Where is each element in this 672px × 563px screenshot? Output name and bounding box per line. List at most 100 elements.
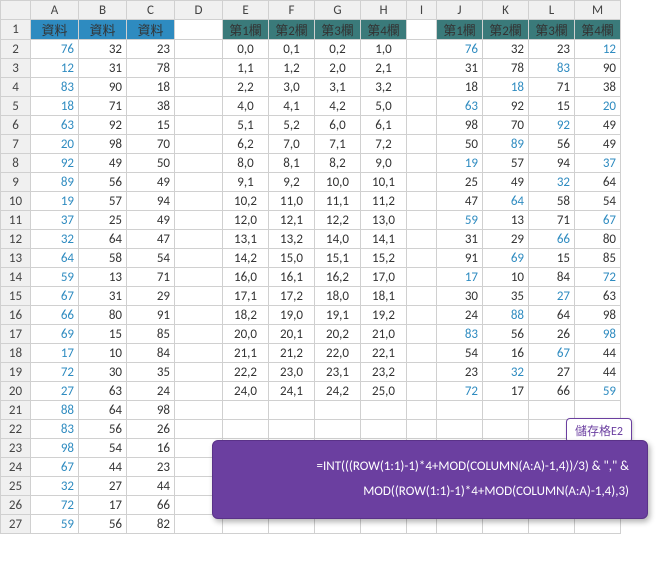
- cell-M3[interactable]: 90: [575, 59, 621, 78]
- cell-B18[interactable]: 10: [79, 344, 127, 363]
- cell-K11[interactable]: 13: [483, 211, 529, 230]
- cell-K22[interactable]: [483, 420, 529, 439]
- cell-C3[interactable]: 78: [127, 59, 175, 78]
- cell-A20[interactable]: 27: [31, 382, 79, 401]
- cell-E21[interactable]: [223, 401, 269, 420]
- cell-L8[interactable]: 94: [529, 154, 575, 173]
- cell-E22[interactable]: [223, 420, 269, 439]
- cell-L16[interactable]: 64: [529, 306, 575, 325]
- cell-A27[interactable]: 59: [31, 515, 79, 534]
- cell-F20[interactable]: 24,1: [269, 382, 315, 401]
- cell-D19[interactable]: [175, 363, 223, 382]
- cell-K4[interactable]: 18: [483, 78, 529, 97]
- cell-F16[interactable]: 19,0: [269, 306, 315, 325]
- cell-D18[interactable]: [175, 344, 223, 363]
- cell-J5[interactable]: 63: [437, 97, 483, 116]
- cell-K6[interactable]: 70: [483, 116, 529, 135]
- cell-M17[interactable]: 98: [575, 325, 621, 344]
- row-header[interactable]: 13: [1, 249, 31, 268]
- cell-J21[interactable]: [437, 401, 483, 420]
- cell-B5[interactable]: 71: [79, 97, 127, 116]
- cell-G17[interactable]: 20,2: [315, 325, 361, 344]
- cell-K15[interactable]: 35: [483, 287, 529, 306]
- col-header-G[interactable]: G: [315, 1, 361, 20]
- cell-K8[interactable]: 57: [483, 154, 529, 173]
- cell-D14[interactable]: [175, 268, 223, 287]
- cell-E8[interactable]: 8,0: [223, 154, 269, 173]
- cell-F12[interactable]: 13,2: [269, 230, 315, 249]
- cell-D7[interactable]: [175, 135, 223, 154]
- cell-G2[interactable]: 0,2: [315, 40, 361, 59]
- cell-H15[interactable]: 18,1: [361, 287, 407, 306]
- cell-M5[interactable]: 20: [575, 97, 621, 116]
- cell-L12[interactable]: 66: [529, 230, 575, 249]
- cell-C15[interactable]: 29: [127, 287, 175, 306]
- row-header[interactable]: 11: [1, 211, 31, 230]
- cell-G14[interactable]: 16,2: [315, 268, 361, 287]
- cell-J22[interactable]: [437, 420, 483, 439]
- row-header[interactable]: 19: [1, 363, 31, 382]
- cell-I7[interactable]: [407, 135, 437, 154]
- cell-D10[interactable]: [175, 192, 223, 211]
- cell-D20[interactable]: [175, 382, 223, 401]
- cell-H9[interactable]: 10,1: [361, 173, 407, 192]
- cell-E20[interactable]: 24,0: [223, 382, 269, 401]
- cell-C23[interactable]: 16: [127, 439, 175, 458]
- cell-K9[interactable]: 49: [483, 173, 529, 192]
- row-header[interactable]: 10: [1, 192, 31, 211]
- cell-B8[interactable]: 49: [79, 154, 127, 173]
- cell-F9[interactable]: 9,2: [269, 173, 315, 192]
- cell-K7[interactable]: 89: [483, 135, 529, 154]
- row-header[interactable]: 9: [1, 173, 31, 192]
- cell-B4[interactable]: 90: [79, 78, 127, 97]
- cell-A3[interactable]: 12: [31, 59, 79, 78]
- cell-G7[interactable]: 7,1: [315, 135, 361, 154]
- cell-C8[interactable]: 50: [127, 154, 175, 173]
- cell-J12[interactable]: 31: [437, 230, 483, 249]
- cell-H21[interactable]: [361, 401, 407, 420]
- row-header[interactable]: 18: [1, 344, 31, 363]
- cell-L14[interactable]: 84: [529, 268, 575, 287]
- cell-F18[interactable]: 21,2: [269, 344, 315, 363]
- cell-B22[interactable]: 56: [79, 420, 127, 439]
- cell-H16[interactable]: 19,2: [361, 306, 407, 325]
- cell-E15[interactable]: 17,1: [223, 287, 269, 306]
- cell-E13[interactable]: 14,2: [223, 249, 269, 268]
- cell-H1[interactable]: 第4欄: [361, 20, 407, 40]
- cell-F2[interactable]: 0,1: [269, 40, 315, 59]
- cell-G10[interactable]: 11,1: [315, 192, 361, 211]
- cell-D4[interactable]: [175, 78, 223, 97]
- cell-M21[interactable]: [575, 401, 621, 420]
- cell-F8[interactable]: 8,1: [269, 154, 315, 173]
- cell-A15[interactable]: 67: [31, 287, 79, 306]
- cell-D5[interactable]: [175, 97, 223, 116]
- cell-B19[interactable]: 30: [79, 363, 127, 382]
- cell-A8[interactable]: 92: [31, 154, 79, 173]
- cell-M1[interactable]: 第4欄: [575, 20, 621, 40]
- cell-A4[interactable]: 83: [31, 78, 79, 97]
- col-header-K[interactable]: K: [483, 1, 529, 20]
- cell-H8[interactable]: 9,0: [361, 154, 407, 173]
- cell-K12[interactable]: 29: [483, 230, 529, 249]
- cell-J10[interactable]: 47: [437, 192, 483, 211]
- cell-A1[interactable]: 資料: [31, 20, 79, 40]
- cell-F10[interactable]: 11,0: [269, 192, 315, 211]
- cell-E3[interactable]: 1,1: [223, 59, 269, 78]
- cell-I9[interactable]: [407, 173, 437, 192]
- cell-M4[interactable]: 38: [575, 78, 621, 97]
- cell-E1[interactable]: 第1欄: [223, 20, 269, 40]
- col-header-L[interactable]: L: [529, 1, 575, 20]
- cell-F13[interactable]: 15,0: [269, 249, 315, 268]
- cell-I3[interactable]: [407, 59, 437, 78]
- cell-B6[interactable]: 92: [79, 116, 127, 135]
- cell-C4[interactable]: 18: [127, 78, 175, 97]
- cell-M20[interactable]: 59: [575, 382, 621, 401]
- cell-F17[interactable]: 20,1: [269, 325, 315, 344]
- row-header[interactable]: 22: [1, 420, 31, 439]
- cell-G21[interactable]: [315, 401, 361, 420]
- cell-B9[interactable]: 56: [79, 173, 127, 192]
- cell-B16[interactable]: 80: [79, 306, 127, 325]
- col-header-A[interactable]: A: [31, 1, 79, 20]
- cell-B2[interactable]: 32: [79, 40, 127, 59]
- cell-G4[interactable]: 3,1: [315, 78, 361, 97]
